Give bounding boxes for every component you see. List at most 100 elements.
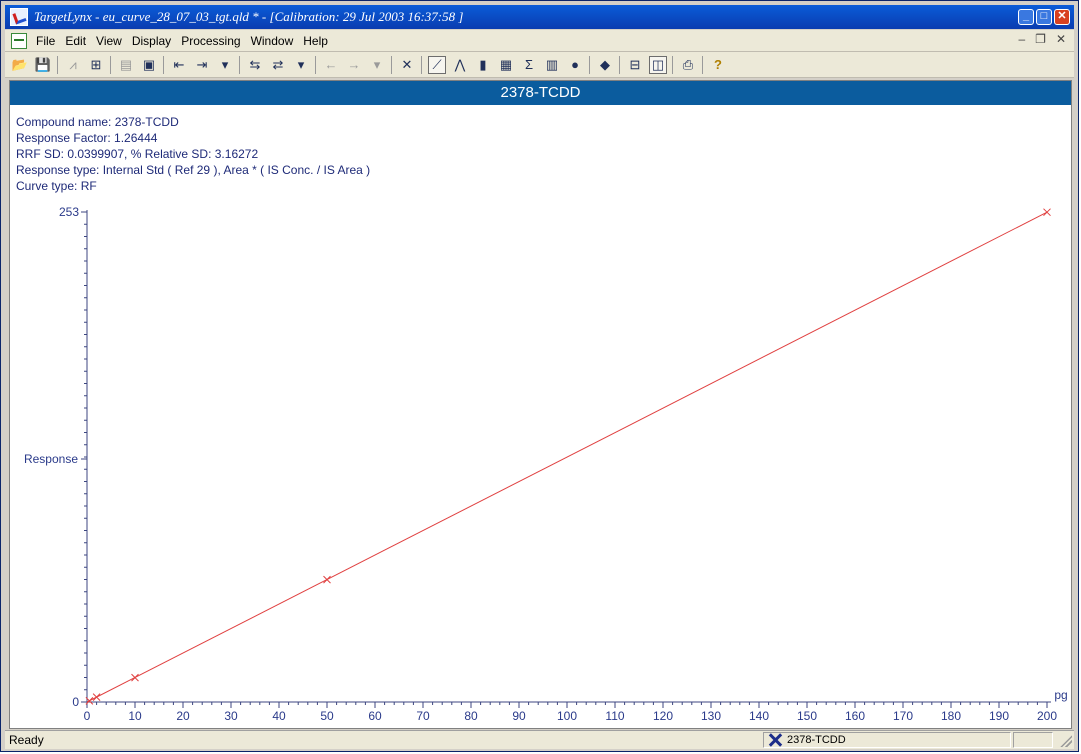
next-compound-icon[interactable]: ⇥	[193, 56, 211, 74]
doc-close-button[interactable]: ✕	[1056, 32, 1066, 46]
calibration-point[interactable]	[1043, 208, 1051, 217]
doc-restore-button[interactable]: ❐	[1035, 32, 1046, 46]
split-horizontal-icon[interactable]: ⊟	[626, 56, 644, 74]
minimize-button[interactable]: _	[1018, 9, 1034, 25]
calibration-point[interactable]	[92, 693, 101, 702]
x-tick-label: 80	[464, 709, 478, 723]
toolbar-separator	[239, 55, 240, 74]
compound-x-icon	[767, 733, 783, 747]
split-vertical-icon[interactable]: ◫	[649, 55, 667, 74]
x-axis-label: pg	[1054, 688, 1067, 702]
exclude-point-icon[interactable]: ✕	[398, 56, 416, 74]
toolbar-separator	[619, 55, 620, 74]
x-tick-label: 190	[989, 709, 1009, 723]
title-bar[interactable]: TargetLynx - eu_curve_28_07_03_tgt.qld *…	[5, 5, 1074, 29]
x-tick-label: 130	[701, 709, 721, 723]
toolbar-separator	[163, 55, 164, 74]
next-sample-icon[interactable]: ⇄	[269, 56, 287, 74]
x-tick-label: 180	[941, 709, 961, 723]
summary-icon[interactable]: Σ	[520, 56, 538, 74]
y-tick-label: 253	[59, 205, 79, 219]
x-tick-label: 10	[128, 709, 142, 723]
x-tick-label: 140	[749, 709, 769, 723]
table-view-icon[interactable]: ▦	[497, 56, 515, 74]
status-text: Ready	[9, 733, 44, 747]
status-bar: Ready 2378-TCDD	[5, 730, 1074, 749]
calibration-view-icon[interactable]: ⟋	[428, 55, 446, 74]
toolbar-separator	[391, 55, 392, 74]
undo-icon[interactable]: ←	[322, 56, 340, 74]
menu-help[interactable]: Help	[298, 34, 333, 48]
close-button[interactable]: ✕	[1054, 9, 1070, 25]
x-tick-label: 40	[272, 709, 286, 723]
menu-window[interactable]: Window	[246, 34, 299, 48]
status-panel-empty	[1013, 732, 1053, 748]
globe-icon[interactable]: ●	[566, 56, 584, 74]
copy-icon[interactable]: ▤	[117, 56, 135, 74]
chevron-down-icon[interactable]: ▾	[368, 56, 386, 74]
calibration-curve-chart[interactable]: 0 10 20 30 40 50 60 70 80 90 100 110 120 130 140 150 160…	[10, 81, 1071, 728]
menu-file[interactable]: File	[31, 34, 60, 48]
toolbar-separator	[110, 55, 111, 74]
menu-edit[interactable]: Edit	[60, 34, 91, 48]
x-tick-label: 70	[416, 709, 430, 723]
y-tick-label: 0	[72, 695, 79, 709]
calibrate-icon[interactable]: ⊞	[87, 56, 105, 74]
calibration-pane: 2378-TCDD Compound name: 2378-TCDD Respo…	[9, 80, 1072, 729]
toolbar-separator	[589, 55, 590, 74]
save-icon[interactable]: 💾	[34, 56, 52, 74]
toolbar-separator	[702, 55, 703, 74]
x-tick-label: 110	[605, 709, 624, 723]
print-icon[interactable]: ⎙	[679, 56, 697, 74]
calibration-fit-line	[86, 211, 1048, 703]
menu-processing[interactable]: Processing	[176, 34, 245, 48]
report-icon[interactable]: ◆	[596, 56, 614, 74]
x-tick-label: 90	[512, 709, 526, 723]
bar-view-icon[interactable]: ▮	[474, 56, 492, 74]
chevron-down-icon[interactable]: ▾	[216, 56, 234, 74]
document-icon[interactable]	[11, 32, 27, 49]
help-icon[interactable]: ?	[709, 56, 727, 74]
document-window-controls: – ❐ ✕	[1018, 32, 1066, 46]
chromatogram-view-icon[interactable]: ⋀	[451, 56, 469, 74]
resize-grip[interactable]	[1060, 735, 1072, 747]
x-tick-label: 60	[368, 709, 382, 723]
prev-sample-icon[interactable]: ⇆	[246, 56, 264, 74]
book-icon[interactable]: ▥	[543, 56, 561, 74]
x-tick-label: 100	[557, 709, 577, 723]
menu-view[interactable]: View	[91, 34, 127, 48]
display-icon[interactable]: ▣	[140, 56, 158, 74]
y-axis-label: Response	[24, 452, 78, 466]
status-compound-panel: 2378-TCDD	[763, 732, 1011, 748]
x-tick-label: 50	[320, 709, 334, 723]
toolbar: 📂 💾 ⩘ ⊞ ▤ ▣ ⇤ ⇥ ▾ ⇆ ⇄ ▾ ← → ▾ ✕ ⟋ ⋀ ▮ ▦ …	[5, 52, 1074, 78]
targetlynx-app-icon[interactable]	[10, 8, 28, 26]
x-tick-label: 30	[224, 709, 238, 723]
maximize-button[interactable]: □	[1036, 9, 1052, 25]
toolbar-separator	[672, 55, 673, 74]
doc-minimize-button[interactable]: –	[1018, 32, 1025, 46]
application-window: TargetLynx - eu_curve_28_07_03_tgt.qld *…	[0, 0, 1079, 752]
x-tick-label: 120	[653, 709, 673, 723]
window-controls: _ □ ✕	[1018, 9, 1070, 25]
x-tick-label: 200	[1037, 709, 1057, 723]
prev-compound-icon[interactable]: ⇤	[170, 56, 188, 74]
x-tick-label: 20	[176, 709, 190, 723]
x-tick-label: 150	[797, 709, 817, 723]
peak-icon[interactable]: ⩘	[64, 56, 82, 74]
status-compound: 2378-TCDD	[787, 734, 846, 746]
x-tick-label: 160	[845, 709, 865, 723]
open-icon[interactable]: 📂	[11, 56, 29, 74]
menu-display[interactable]: Display	[127, 34, 176, 48]
toolbar-separator	[421, 55, 422, 74]
x-tick-label: 170	[893, 709, 913, 723]
toolbar-separator	[57, 55, 58, 74]
toolbar-separator	[315, 55, 316, 74]
x-tick-label: 0	[84, 709, 91, 723]
redo-icon[interactable]: →	[345, 56, 363, 74]
menu-bar: File Edit View Display Processing Window…	[5, 30, 1074, 52]
calibration-point[interactable]	[131, 673, 139, 682]
chevron-down-icon[interactable]: ▾	[292, 56, 310, 74]
window-title: TargetLynx - eu_curve_28_07_03_tgt.qld *…	[34, 9, 464, 24]
calibration-point[interactable]	[323, 575, 331, 584]
